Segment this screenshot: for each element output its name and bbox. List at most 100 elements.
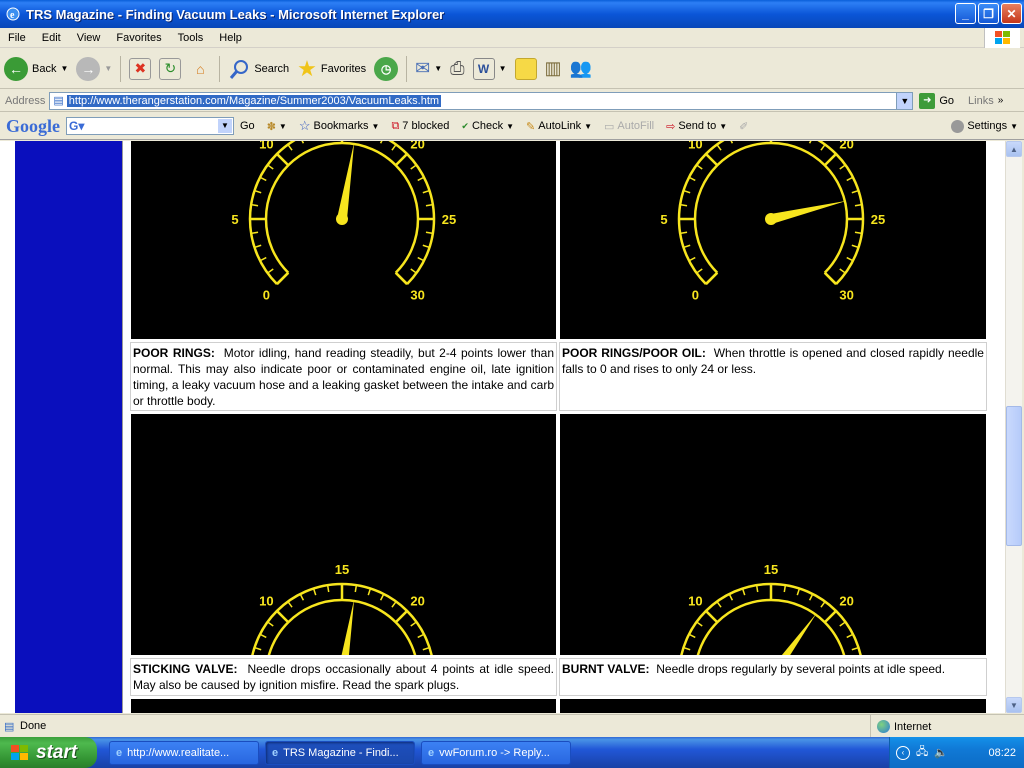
gauge-major-tick <box>394 153 408 167</box>
popup-blocked-button[interactable]: ⧉ 7 blocked <box>385 120 455 133</box>
taskbar-item[interactable]: e vwForum.ro -> Reply... <box>421 740 571 765</box>
volume-icon[interactable]: 🔈 <box>934 746 948 759</box>
gauge-minor-tick <box>728 593 734 601</box>
home-button[interactable]: ⌂ <box>185 52 215 86</box>
favorites-button[interactable]: ★ Favorites <box>293 52 370 86</box>
refresh-button[interactable]: ↻ <box>155 52 185 86</box>
messenger-button[interactable]: 👥 <box>566 52 596 86</box>
google-go-button[interactable]: Go <box>234 120 261 132</box>
vertical-scrollbar[interactable]: ▲ ▼ <box>1005 141 1022 713</box>
go-arrow-icon: ➜ <box>919 92 936 109</box>
scroll-up-icon[interactable]: ▲ <box>1006 141 1022 157</box>
menu-view[interactable]: View <box>69 32 109 44</box>
sendto-button[interactable]: ⇨ Send to ▼ <box>660 120 733 133</box>
restore-button[interactable]: ❐ <box>978 3 999 24</box>
google-logo[interactable]: Google <box>0 116 66 137</box>
edit-button[interactable]: W ▼ <box>469 52 511 86</box>
gauge-label: 20 <box>839 141 853 151</box>
bookmarks-button[interactable]: ☆ Bookmarks ▼ <box>293 118 386 134</box>
stop-button[interactable]: ✖ <box>125 52 155 86</box>
research-icon: ▥ <box>544 58 562 78</box>
google-toolbar: Google G▾ ▼ Go ✽ ▼ ☆ Bookmarks ▼ ⧉ 7 blocked… <box>0 113 1024 140</box>
gauge-minor-tick <box>422 646 430 651</box>
gauge-label: 0 <box>263 288 270 303</box>
gauge-minor-tick <box>683 189 691 194</box>
close-button[interactable]: ✕ <box>1001 3 1022 24</box>
history-button[interactable]: ◷ <box>370 52 402 86</box>
menu-file[interactable]: File <box>0 32 34 44</box>
network-icon[interactable]: 🖧 <box>916 743 928 762</box>
ie-icon: e <box>116 746 123 759</box>
gauge-minor-tick <box>259 633 267 639</box>
taskbar-item-active[interactable]: e TRS Magazine - Findi... <box>265 740 415 765</box>
gauge-minor-tick <box>683 646 691 651</box>
highlight-button[interactable]: ✐ <box>733 120 754 133</box>
address-input[interactable]: ▤ http://www.therangerstation.com/Magazi… <box>49 91 914 110</box>
links-button[interactable]: Links <box>968 95 994 107</box>
tray-arrow-icon[interactable]: ‹ <box>896 745 910 760</box>
start-button[interactable]: start <box>0 737 97 768</box>
menu-tools[interactable]: Tools <box>170 32 212 44</box>
autolink-button[interactable]: ✎ AutoLink ▼ <box>520 120 598 133</box>
menu-favorites[interactable]: Favorites <box>108 32 169 44</box>
gauge-minor-tick <box>301 141 305 144</box>
spellcheck-button[interactable]: ✔ Check ▼ <box>455 120 520 132</box>
gauge-minor-tick <box>391 601 397 608</box>
gauge-label: 10 <box>688 141 702 151</box>
search-button[interactable]: Search <box>224 52 293 86</box>
google-dropdown-icon[interactable]: ▼ <box>218 119 232 133</box>
gauge-minor-tick <box>254 189 262 194</box>
google-options-button[interactable]: ✽ ▼ <box>261 120 293 133</box>
gauge-panel <box>560 699 986 713</box>
address-dropdown-icon[interactable]: ▼ <box>896 92 913 109</box>
menu-edit[interactable]: Edit <box>34 32 69 44</box>
vacuum-gauge: 051015202530 <box>251 562 433 655</box>
gauge-minor-tick <box>846 176 854 182</box>
system-tray: ‹ 🖧 🔈 08:22 <box>889 737 1024 768</box>
standard-toolbar: ← Back ▼ → ▼ ✖ ↻ ⌂ Search ★ Favorites ◷ ✉ ▼… <box>0 49 1024 89</box>
google-search-input[interactable]: G▾ ▼ <box>66 117 234 135</box>
print-button[interactable]: ⎙ <box>446 52 468 86</box>
back-button[interactable]: ← Back ▼ <box>0 52 72 86</box>
address-url: http://www.therangerstation.com/Magazine… <box>66 94 442 107</box>
svg-text:e: e <box>10 10 15 21</box>
gauge-minor-tick <box>741 588 746 596</box>
gauge-label: 30 <box>410 288 424 303</box>
settings-button[interactable]: Settings ▼ <box>945 119 1024 133</box>
mail-icon: ✉ <box>415 58 431 78</box>
gauge-minor-tick <box>259 176 267 182</box>
messenger-icon: 👥 <box>569 58 592 78</box>
spellcheck-icon: ✔ <box>461 120 469 131</box>
gauge-hub <box>765 213 777 225</box>
autofill-button[interactable]: ▭ AutoFill <box>598 120 660 133</box>
gauge-needle <box>781 612 817 655</box>
forward-button[interactable]: → ▼ <box>72 52 116 86</box>
vacuum-gauge: 0 5 10 20 25 30 <box>231 141 456 303</box>
taskbar-item[interactable]: e http://www.realitate... <box>109 740 259 765</box>
popup-blocker-icon: ⧉ <box>391 119 400 132</box>
mail-button[interactable]: ✉ ▼ <box>411 52 446 86</box>
gauge-label: 10 <box>259 593 273 608</box>
gauge-label: 15 <box>764 562 778 577</box>
clock: 08:22 <box>988 746 1016 759</box>
gauge-major-tick <box>394 610 408 624</box>
gauge-minor-tick <box>287 144 293 151</box>
gauge-minor-tick <box>696 268 703 274</box>
scroll-down-icon[interactable]: ▼ <box>1006 697 1022 713</box>
gauge-label: 10 <box>688 593 702 608</box>
minimize-button[interactable]: _ <box>955 3 976 24</box>
gauge-major-tick <box>705 610 719 624</box>
gauge-label: 5 <box>660 212 667 227</box>
gauge-panel: 051015202530 <box>560 414 986 655</box>
go-button[interactable]: ➜ Go <box>919 92 954 109</box>
discuss-button[interactable] <box>511 52 541 86</box>
gauge-minor-tick <box>716 601 722 608</box>
menu-help[interactable]: Help <box>211 32 250 44</box>
gauge-minor-tick <box>839 268 846 274</box>
scroll-thumb[interactable] <box>1006 406 1022 546</box>
gauge-needle <box>337 141 355 220</box>
bookmark-star-icon: ☆ <box>298 118 311 133</box>
research-button[interactable]: ▥ <box>541 52 566 86</box>
gauge-minor-tick <box>312 588 317 596</box>
gauge-minor-tick <box>410 164 417 170</box>
